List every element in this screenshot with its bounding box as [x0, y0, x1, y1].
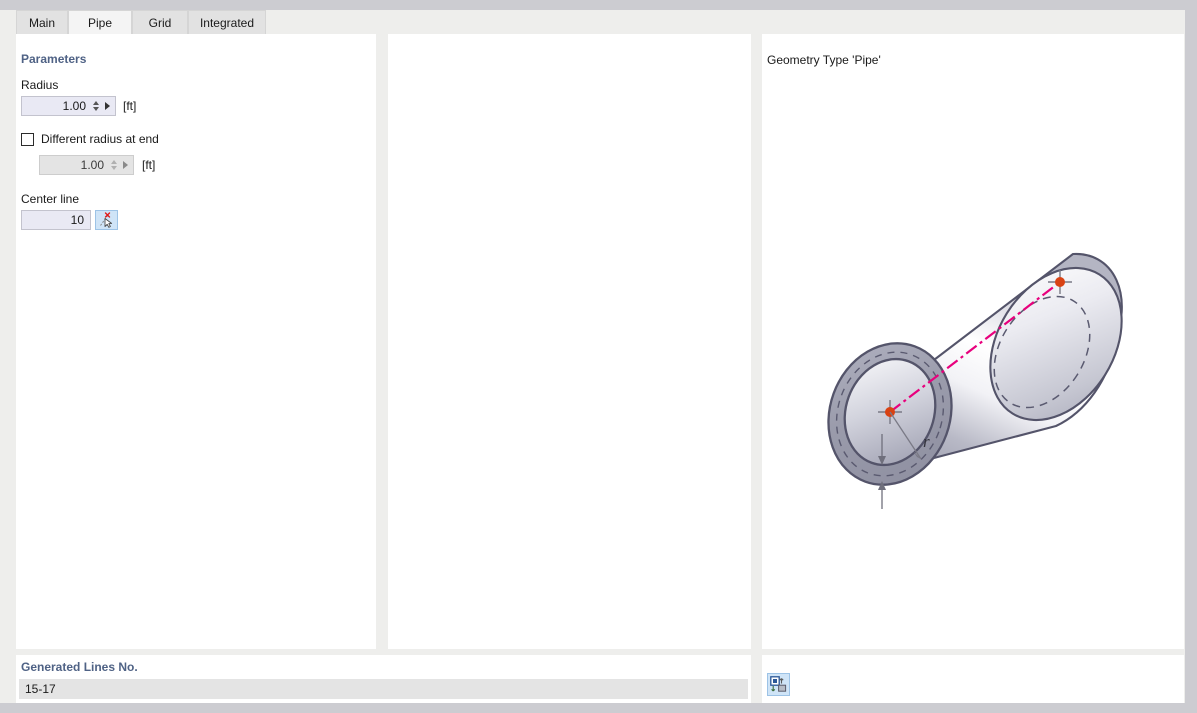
end-radius-unit: [ft]: [142, 158, 156, 172]
pick-center-line-button[interactable]: [95, 210, 118, 230]
generated-lines-label: Generated Lines No.: [21, 660, 138, 674]
tab-integrated-label: Integrated: [199, 15, 255, 30]
preview-toolbar: [762, 655, 1184, 703]
different-radius-checkbox-row[interactable]: Different radius at end: [21, 132, 159, 146]
dialog-frame: Main Pipe Grid Integrated Parameters Rad…: [0, 10, 1185, 703]
generated-lines-box: Generated Lines No. 15-17: [16, 655, 751, 703]
tab-grid[interactable]: Grid: [132, 10, 188, 34]
center-line-value[interactable]: 10: [71, 213, 84, 227]
radius-unit: [ft]: [123, 99, 137, 113]
coordinate-system-button[interactable]: [767, 673, 790, 696]
geometry-type-title: Geometry Type 'Pipe': [767, 53, 881, 67]
secondary-panel: [388, 34, 751, 649]
end-radius-value[interactable]: 1.00: [40, 156, 109, 174]
radius-more-arrow-icon[interactable]: [102, 97, 115, 115]
coordinate-system-icon: [770, 676, 787, 692]
end-radius-updown-arrows-icon[interactable]: [109, 156, 120, 174]
tab-integrated[interactable]: Integrated: [188, 10, 266, 34]
geometry-preview-panel: Geometry Type 'Pipe' r: [762, 34, 1184, 649]
application-window: Main Pipe Grid Integrated Parameters Rad…: [0, 0, 1197, 713]
tab-pipe[interactable]: Pipe: [68, 10, 132, 34]
parameters-panel: Parameters Radius 1.00 [ft] Different ra…: [16, 34, 376, 649]
radius-updown-arrows-icon[interactable]: [91, 97, 102, 115]
radius-label: Radius: [21, 78, 59, 92]
radius-value[interactable]: 1.00: [22, 97, 91, 115]
generated-lines-value-field[interactable]: 15-17: [19, 679, 748, 699]
tab-grid-label: Grid: [148, 15, 172, 30]
different-radius-label: Different radius at end: [41, 132, 159, 146]
tab-pipe-label: Pipe: [87, 15, 113, 30]
different-radius-checkbox[interactable]: [21, 132, 34, 146]
pick-line-cursor-icon: [100, 212, 113, 228]
tab-main[interactable]: Main: [16, 10, 68, 34]
end-radius-more-arrow-icon[interactable]: [120, 156, 133, 174]
center-line-label: Center line: [21, 192, 80, 206]
tab-main-label: Main: [28, 15, 55, 30]
radius-stepper[interactable]: 1.00: [21, 96, 116, 116]
parameters-section-title: Parameters: [21, 52, 87, 66]
radius-symbol-label: r: [923, 432, 930, 451]
end-radius-stepper[interactable]: 1.00: [39, 155, 134, 175]
tab-bar: Main Pipe Grid Integrated: [0, 10, 1185, 34]
center-line-input[interactable]: 10: [21, 210, 91, 230]
generated-lines-value: 15-17: [25, 682, 56, 696]
pipe-geometry-diagram: r: [827, 252, 1123, 509]
